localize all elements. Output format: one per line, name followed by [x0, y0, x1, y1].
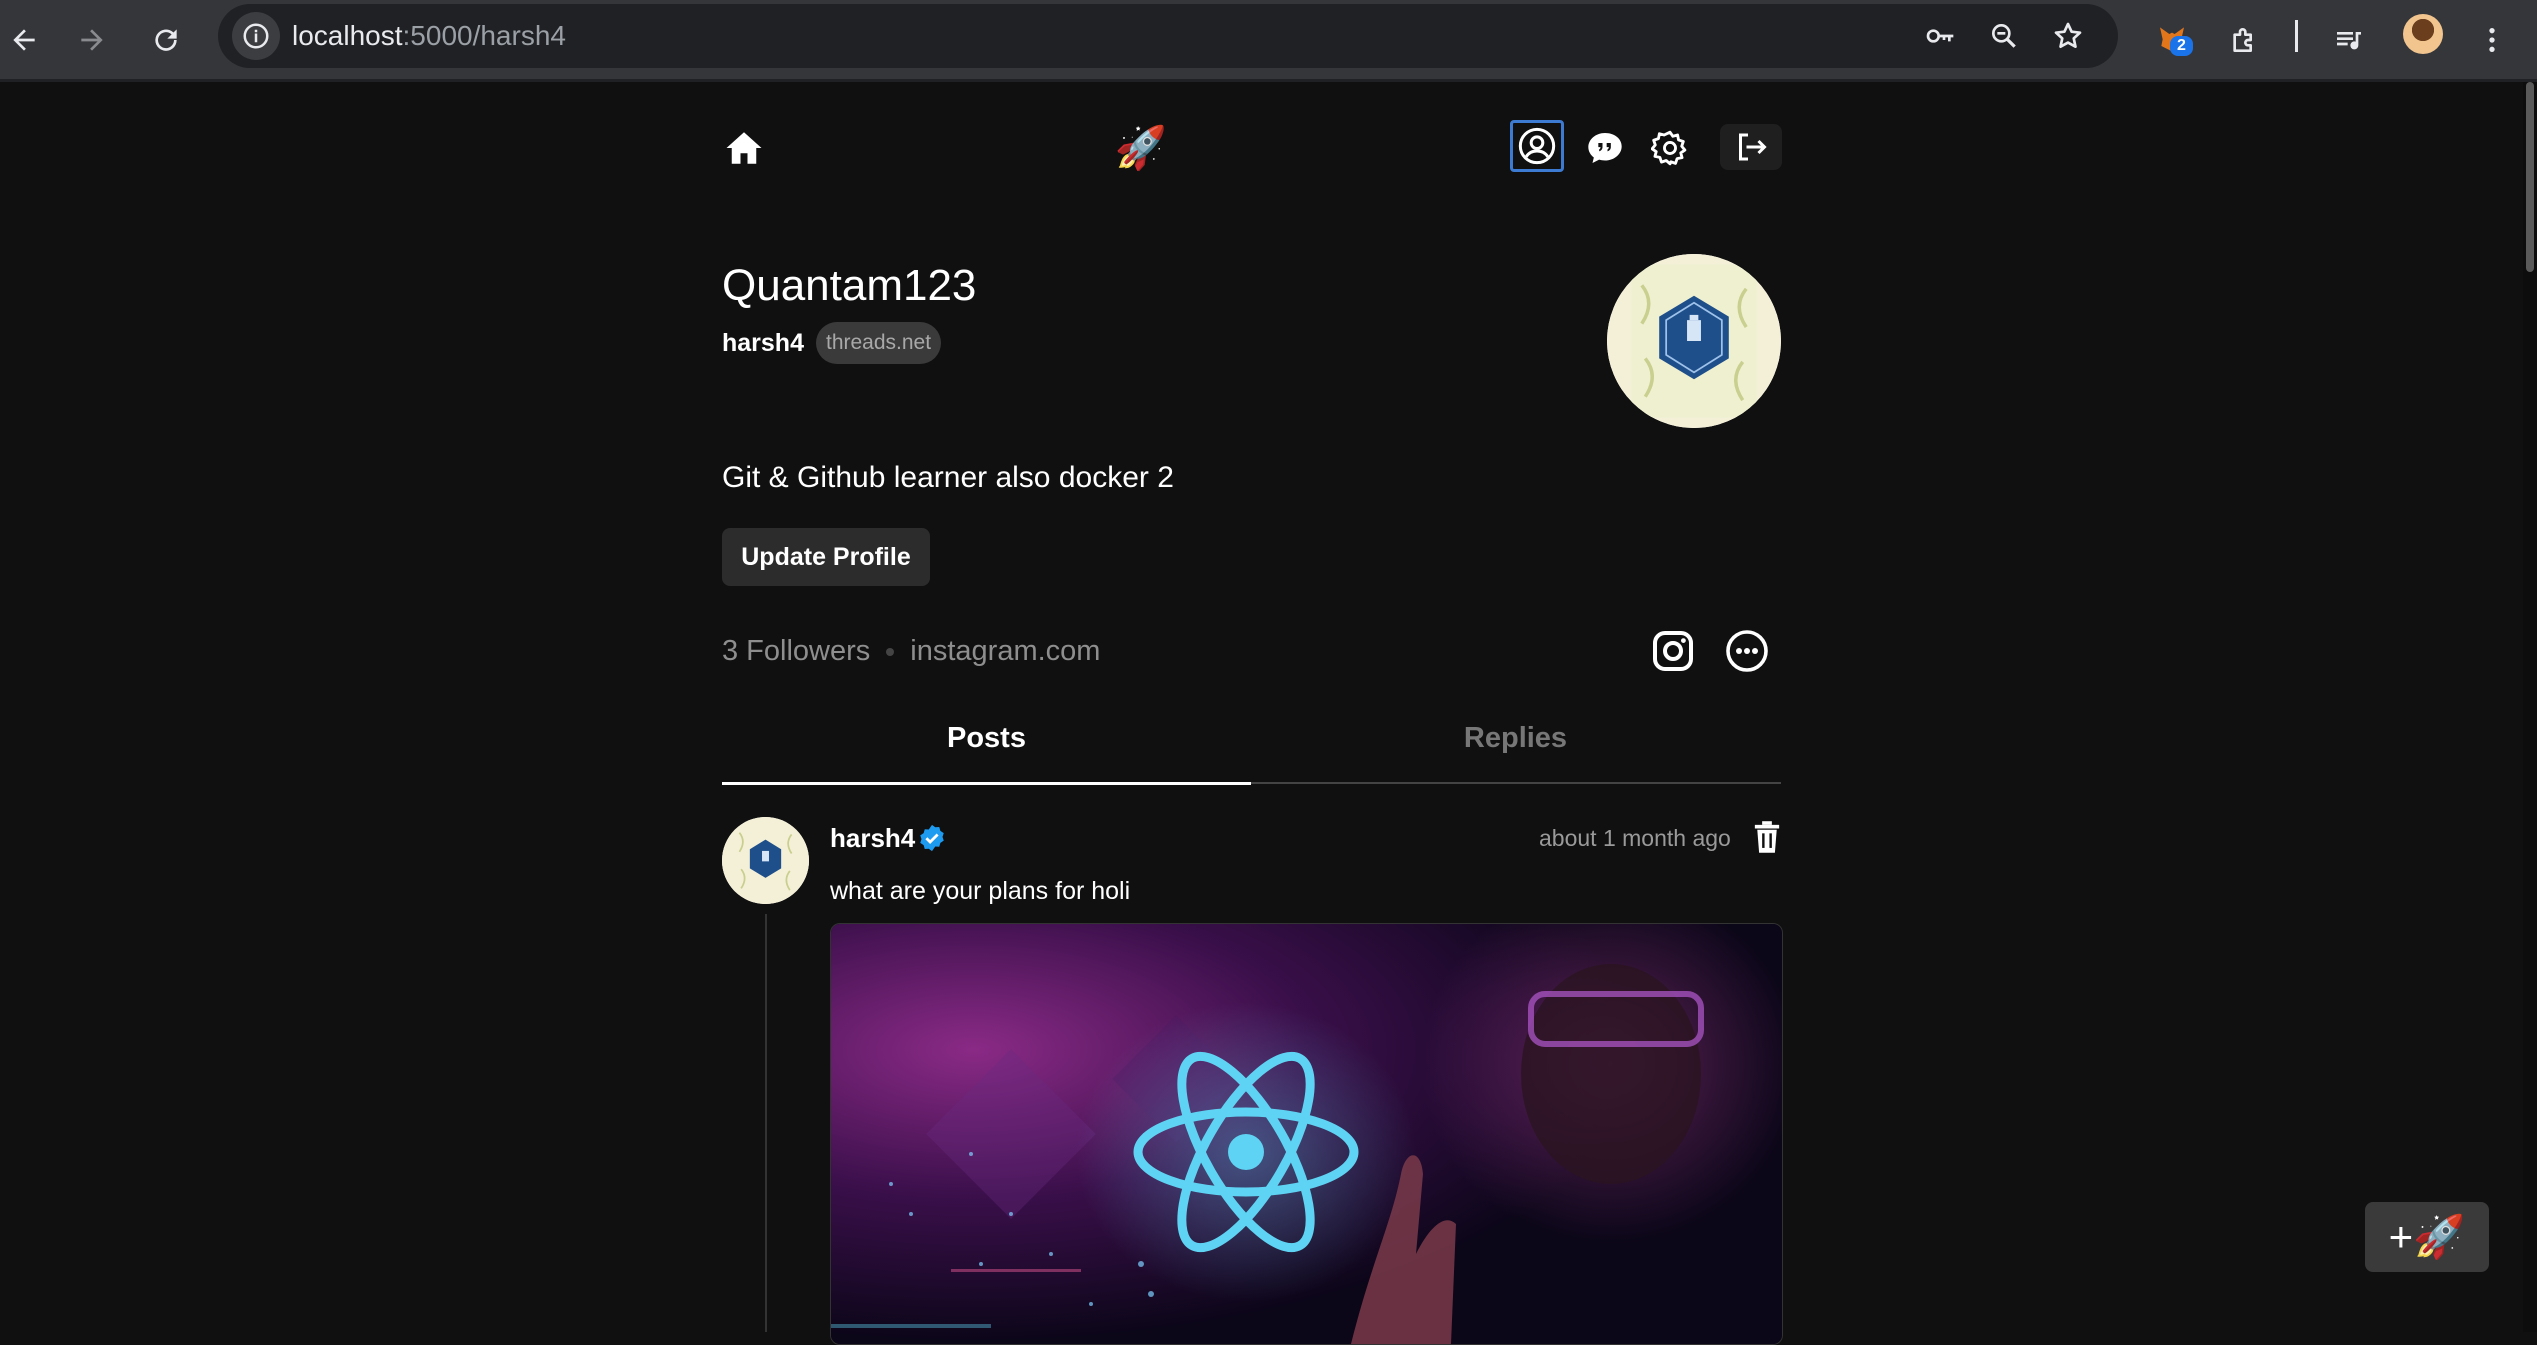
settings-icon[interactable]	[1648, 126, 1692, 170]
star-icon[interactable]	[2046, 14, 2090, 58]
logout-icon[interactable]	[1720, 124, 1782, 170]
post-username[interactable]: harsh4	[830, 820, 915, 856]
instagram-icon[interactable]	[1646, 624, 1700, 678]
profile-avatar[interactable]	[1607, 254, 1781, 428]
home-icon[interactable]	[722, 126, 766, 170]
domain-badge: threads.net	[816, 322, 942, 364]
menu-icon[interactable]	[2468, 16, 2516, 64]
post-text: what are your plans for holi	[830, 877, 1131, 905]
browser-toolbar: localhost:5000/harsh4 2	[0, 0, 2537, 82]
followers-count[interactable]: 3 Followers	[722, 635, 870, 667]
verified-icon	[917, 823, 947, 853]
key-icon[interactable]	[1918, 14, 1962, 58]
forward-icon[interactable]	[68, 16, 116, 64]
profile-stats: 3 Followers instagram.com	[722, 631, 1100, 671]
address-bar[interactable]: localhost:5000/harsh4	[218, 4, 2118, 68]
post-image[interactable]	[830, 923, 1783, 1345]
more-options-icon[interactable]	[1720, 624, 1774, 678]
post-timestamp: about 1 month ago	[1539, 825, 1731, 851]
profile-link[interactable]: instagram.com	[910, 635, 1100, 667]
media-icon[interactable]	[2325, 16, 2373, 64]
tab-posts[interactable]: Posts	[722, 712, 1251, 785]
scrollbar-thumb[interactable]	[2526, 82, 2534, 272]
tab-replies[interactable]: Replies	[1251, 712, 1780, 782]
puzzle-icon[interactable]	[2220, 16, 2268, 64]
url-host: localhost	[292, 20, 403, 51]
reload-icon[interactable]	[142, 16, 190, 64]
site-info-icon[interactable]	[232, 12, 280, 60]
profile-bio: Git & Github learner also docker 2	[722, 461, 1174, 494]
post-author-avatar[interactable]	[722, 817, 809, 904]
update-profile-button[interactable]: Update Profile	[722, 528, 930, 586]
profile-tabs: Posts Replies	[722, 712, 1781, 785]
profile-username: harsh4	[722, 329, 804, 357]
page-scrollbar[interactable]	[2523, 82, 2537, 1332]
create-post-button[interactable]: +🚀	[2365, 1202, 2489, 1272]
separator-dot	[886, 648, 895, 657]
extension-icon[interactable]: 2	[2148, 14, 2196, 62]
chat-icon[interactable]	[1583, 126, 1627, 170]
url-text[interactable]: localhost:5000/harsh4	[292, 4, 566, 68]
toolbar-divider	[2295, 20, 2298, 52]
browser-profile-avatar[interactable]	[2403, 14, 2443, 54]
rocket-icon[interactable]: 🚀	[1115, 124, 1167, 172]
extension-badge: 2	[2170, 36, 2193, 56]
zoom-icon[interactable]	[1982, 14, 2026, 58]
profile-icon[interactable]	[1510, 120, 1564, 172]
back-icon[interactable]	[0, 16, 48, 64]
profile-display-name: Quantam123	[722, 261, 977, 310]
thread-line	[765, 914, 767, 1332]
trash-icon[interactable]	[1752, 820, 1782, 854]
url-path: :5000/harsh4	[402, 20, 566, 51]
